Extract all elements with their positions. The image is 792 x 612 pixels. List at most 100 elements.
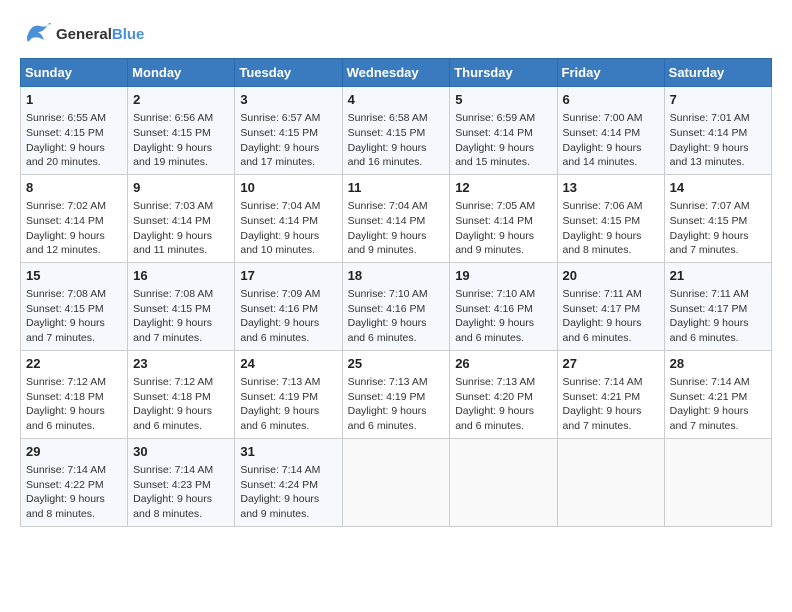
day-info: Sunrise: 7:08 AMSunset: 4:15 PMDaylight:…: [133, 287, 229, 346]
day-info: Sunrise: 7:07 AMSunset: 4:15 PMDaylight:…: [670, 199, 766, 258]
day-number: 6: [563, 91, 659, 109]
day-info: Sunrise: 7:12 AMSunset: 4:18 PMDaylight:…: [26, 375, 122, 434]
header: GeneralBlue: [20, 20, 772, 48]
calendar-day-cell: 12 Sunrise: 7:05 AMSunset: 4:14 PMDayligh…: [450, 174, 557, 262]
day-number: 20: [563, 267, 659, 285]
day-number: 29: [26, 443, 122, 461]
day-info: Sunrise: 6:55 AMSunset: 4:15 PMDaylight:…: [26, 111, 122, 170]
day-info: Sunrise: 7:13 AMSunset: 4:20 PMDaylight:…: [455, 375, 551, 434]
calendar-empty-cell: [450, 438, 557, 526]
weekday-header-sunday: Sunday: [21, 59, 128, 87]
day-number: 24: [240, 355, 336, 373]
day-number: 12: [455, 179, 551, 197]
calendar-day-cell: 6 Sunrise: 7:00 AMSunset: 4:14 PMDaylight…: [557, 87, 664, 175]
calendar-day-cell: 24 Sunrise: 7:13 AMSunset: 4:19 PMDayligh…: [235, 350, 342, 438]
calendar-day-cell: 25 Sunrise: 7:13 AMSunset: 4:19 PMDayligh…: [342, 350, 450, 438]
day-info: Sunrise: 7:14 AMSunset: 4:21 PMDaylight:…: [670, 375, 766, 434]
calendar-day-cell: 27 Sunrise: 7:14 AMSunset: 4:21 PMDayligh…: [557, 350, 664, 438]
day-info: Sunrise: 6:58 AMSunset: 4:15 PMDaylight:…: [348, 111, 445, 170]
weekday-header-friday: Friday: [557, 59, 664, 87]
day-info: Sunrise: 7:00 AMSunset: 4:14 PMDaylight:…: [563, 111, 659, 170]
calendar-day-cell: 21 Sunrise: 7:11 AMSunset: 4:17 PMDayligh…: [664, 262, 771, 350]
day-info: Sunrise: 7:14 AMSunset: 4:23 PMDaylight:…: [133, 463, 229, 522]
calendar-week-row: 22 Sunrise: 7:12 AMSunset: 4:18 PMDayligh…: [21, 350, 772, 438]
day-number: 30: [133, 443, 229, 461]
calendar-day-cell: 18 Sunrise: 7:10 AMSunset: 4:16 PMDayligh…: [342, 262, 450, 350]
weekday-header-tuesday: Tuesday: [235, 59, 342, 87]
day-info: Sunrise: 7:02 AMSunset: 4:14 PMDaylight:…: [26, 199, 122, 258]
day-info: Sunrise: 6:57 AMSunset: 4:15 PMDaylight:…: [240, 111, 336, 170]
calendar: SundayMondayTuesdayWednesdayThursdayFrid…: [20, 58, 772, 527]
day-info: Sunrise: 7:10 AMSunset: 4:16 PMDaylight:…: [455, 287, 551, 346]
day-info: Sunrise: 7:10 AMSunset: 4:16 PMDaylight:…: [348, 287, 445, 346]
weekday-header-saturday: Saturday: [664, 59, 771, 87]
day-number: 13: [563, 179, 659, 197]
day-info: Sunrise: 7:12 AMSunset: 4:18 PMDaylight:…: [133, 375, 229, 434]
day-info: Sunrise: 7:05 AMSunset: 4:14 PMDaylight:…: [455, 199, 551, 258]
calendar-day-cell: 7 Sunrise: 7:01 AMSunset: 4:14 PMDaylight…: [664, 87, 771, 175]
calendar-day-cell: 9 Sunrise: 7:03 AMSunset: 4:14 PMDaylight…: [128, 174, 235, 262]
day-number: 10: [240, 179, 336, 197]
calendar-day-cell: 14Sunrise: 7:07 AMSunset: 4:15 PMDayligh…: [664, 174, 771, 262]
day-number: 25: [348, 355, 445, 373]
day-number: 21: [670, 267, 766, 285]
weekday-header-wednesday: Wednesday: [342, 59, 450, 87]
calendar-day-cell: 20 Sunrise: 7:11 AMSunset: 4:17 PMDayligh…: [557, 262, 664, 350]
day-info: Sunrise: 7:13 AMSunset: 4:19 PMDaylight:…: [348, 375, 445, 434]
day-info: Sunrise: 7:11 AMSunset: 4:17 PMDaylight:…: [670, 287, 766, 346]
day-number: 8: [26, 179, 122, 197]
day-info: Sunrise: 7:08 AMSunset: 4:15 PMDaylight:…: [26, 287, 122, 346]
day-info: Sunrise: 7:01 AMSunset: 4:14 PMDaylight:…: [670, 111, 766, 170]
calendar-day-cell: 5 Sunrise: 6:59 AMSunset: 4:14 PMDaylight…: [450, 87, 557, 175]
calendar-day-cell: 8 Sunrise: 7:02 AMSunset: 4:14 PMDaylight…: [21, 174, 128, 262]
calendar-empty-cell: [342, 438, 450, 526]
calendar-day-cell: 22 Sunrise: 7:12 AMSunset: 4:18 PMDayligh…: [21, 350, 128, 438]
day-info: Sunrise: 7:06 AMSunset: 4:15 PMDaylight:…: [563, 199, 659, 258]
day-number: 18: [348, 267, 445, 285]
calendar-day-cell: 4 Sunrise: 6:58 AMSunset: 4:15 PMDaylight…: [342, 87, 450, 175]
day-info: Sunrise: 6:56 AMSunset: 4:15 PMDaylight:…: [133, 111, 229, 170]
day-number: 19: [455, 267, 551, 285]
day-number: 11: [348, 179, 445, 197]
day-info: Sunrise: 7:11 AMSunset: 4:17 PMDaylight:…: [563, 287, 659, 346]
calendar-empty-cell: [557, 438, 664, 526]
day-info: Sunrise: 7:04 AMSunset: 4:14 PMDaylight:…: [348, 199, 445, 258]
day-number: 9: [133, 179, 229, 197]
day-number: 5: [455, 91, 551, 109]
weekday-header-monday: Monday: [128, 59, 235, 87]
calendar-week-row: 29Sunrise: 7:14 AMSunset: 4:22 PMDayligh…: [21, 438, 772, 526]
calendar-day-cell: 30 Sunrise: 7:14 AMSunset: 4:23 PMDayligh…: [128, 438, 235, 526]
day-number: 4: [348, 91, 445, 109]
calendar-week-row: 8 Sunrise: 7:02 AMSunset: 4:14 PMDaylight…: [21, 174, 772, 262]
weekday-header-thursday: Thursday: [450, 59, 557, 87]
day-number: 28: [670, 355, 766, 373]
day-number: 3: [240, 91, 336, 109]
calendar-day-cell: 19 Sunrise: 7:10 AMSunset: 4:16 PMDayligh…: [450, 262, 557, 350]
calendar-day-cell: 15Sunrise: 7:08 AMSunset: 4:15 PMDayligh…: [21, 262, 128, 350]
day-info: Sunrise: 7:14 AMSunset: 4:21 PMDaylight:…: [563, 375, 659, 434]
calendar-day-cell: 28 Sunrise: 7:14 AMSunset: 4:21 PMDayligh…: [664, 350, 771, 438]
day-number: 7: [670, 91, 766, 109]
day-info: Sunrise: 6:59 AMSunset: 4:14 PMDaylight:…: [455, 111, 551, 170]
day-number: 17: [240, 267, 336, 285]
calendar-empty-cell: [664, 438, 771, 526]
calendar-day-cell: 29Sunrise: 7:14 AMSunset: 4:22 PMDayligh…: [21, 438, 128, 526]
logo-icon: [20, 20, 52, 48]
calendar-week-row: 15Sunrise: 7:08 AMSunset: 4:15 PMDayligh…: [21, 262, 772, 350]
calendar-header-row: SundayMondayTuesdayWednesdayThursdayFrid…: [21, 59, 772, 87]
day-number: 22: [26, 355, 122, 373]
day-number: 16: [133, 267, 229, 285]
calendar-day-cell: 1 Sunrise: 6:55 AMSunset: 4:15 PMDaylight…: [21, 87, 128, 175]
day-number: 2: [133, 91, 229, 109]
day-number: 23: [133, 355, 229, 373]
calendar-day-cell: 31Sunrise: 7:14 AMSunset: 4:24 PMDayligh…: [235, 438, 342, 526]
day-info: Sunrise: 7:03 AMSunset: 4:14 PMDaylight:…: [133, 199, 229, 258]
day-number: 1: [26, 91, 122, 109]
calendar-day-cell: 11 Sunrise: 7:04 AMSunset: 4:14 PMDayligh…: [342, 174, 450, 262]
day-info: Sunrise: 7:13 AMSunset: 4:19 PMDaylight:…: [240, 375, 336, 434]
logo-text: GeneralBlue: [56, 26, 144, 43]
day-number: 27: [563, 355, 659, 373]
calendar-day-cell: 13 Sunrise: 7:06 AMSunset: 4:15 PMDayligh…: [557, 174, 664, 262]
calendar-day-cell: 16 Sunrise: 7:08 AMSunset: 4:15 PMDayligh…: [128, 262, 235, 350]
day-info: Sunrise: 7:09 AMSunset: 4:16 PMDaylight:…: [240, 287, 336, 346]
